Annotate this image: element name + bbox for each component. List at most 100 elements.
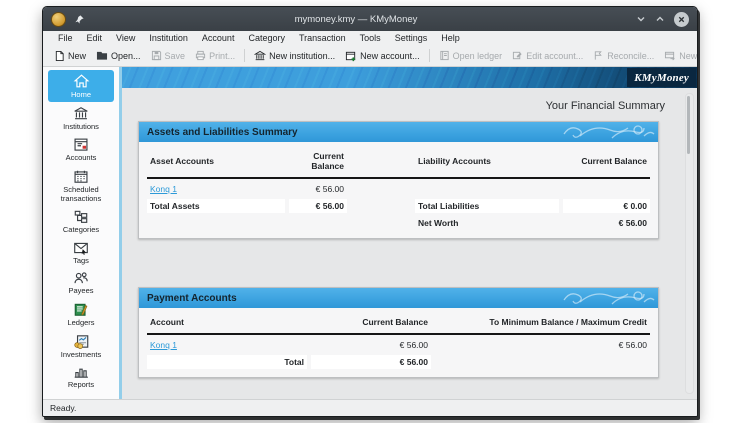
payment-accounts-table: Account Current Balance To Minimum Balan… (139, 308, 658, 377)
menu-institution[interactable]: Institution (142, 33, 195, 43)
totals-row: Total € 56.00 (147, 355, 650, 369)
save-button[interactable]: Save (146, 48, 191, 63)
new-account-icon (345, 50, 357, 62)
column-header: Current Balance (289, 149, 347, 173)
menu-help[interactable]: Help (434, 33, 467, 43)
pin-icon[interactable] (74, 14, 85, 25)
new-institution-button[interactable]: New institution... (249, 48, 340, 64)
scheduled-icon (73, 169, 89, 184)
flourish-decoration (560, 288, 656, 308)
total-liabilities-value: € 0.00 (563, 199, 650, 213)
titlebar[interactable]: mymoney.kmy — KMyMoney (43, 7, 697, 31)
total-assets-value: € 56.00 (289, 199, 347, 213)
account-limit: € 56.00 (435, 338, 650, 352)
content-scrollbar-thumb[interactable] (687, 96, 690, 154)
print-icon (195, 50, 206, 61)
minimize-button[interactable] (636, 14, 646, 24)
reconcile-button[interactable]: Reconcile... (588, 48, 659, 63)
menu-edit[interactable]: Edit (80, 33, 110, 43)
toolbar-separator (429, 49, 430, 62)
sidebar-item-ledgers[interactable]: Ledgers (48, 299, 114, 330)
reports-icon (73, 365, 89, 379)
open-button[interactable]: Open... (91, 48, 146, 63)
menu-transaction[interactable]: Transaction (292, 33, 353, 43)
menubar: File Edit View Institution Account Categ… (43, 31, 697, 45)
column-header: Asset Accounts (147, 154, 285, 168)
menu-category[interactable]: Category (241, 33, 292, 43)
menu-account[interactable]: Account (195, 33, 242, 43)
total-assets-label: Total Assets (147, 199, 285, 213)
accounts-icon (73, 137, 89, 152)
column-header: Current Balance (311, 315, 431, 329)
save-icon (151, 50, 162, 61)
networth-row: Net Worth € 56.00 (147, 216, 650, 230)
net-worth-value: € 56.00 (563, 216, 650, 230)
totals-row: Total Assets € 56.00 Total Liabilities €… (147, 199, 650, 213)
sidebar-item-categories[interactable]: Categories (48, 206, 114, 237)
assets-liabilities-table: Asset Accounts Current Balance Liability… (139, 142, 658, 238)
payment-accounts-card: Payment Accounts (138, 287, 659, 378)
open-ledger-button[interactable]: Open ledger (434, 48, 508, 63)
payment-accounts-header: Payment Accounts (139, 288, 658, 308)
new-button[interactable]: New (49, 48, 91, 64)
bank-icon (254, 50, 266, 62)
open-folder-icon (96, 50, 108, 61)
content-scrollbar[interactable] (685, 93, 694, 394)
menu-view[interactable]: View (109, 33, 142, 43)
institutions-icon (73, 106, 89, 121)
new-document-icon (54, 50, 65, 62)
sidebar-item-reports[interactable]: Reports (48, 362, 114, 392)
sidebar-item-investments[interactable]: Investments (48, 331, 114, 362)
assets-liabilities-header: Assets and Liabilities Summary (139, 122, 658, 142)
column-header: Liability Accounts (415, 154, 559, 168)
table-header-row: Asset Accounts Current Balance Liability… (147, 149, 650, 179)
payees-icon (73, 271, 89, 285)
window-title: mymoney.kmy — KMyMoney (85, 14, 627, 25)
table-header-row: Account Current Balance To Minimum Balan… (147, 315, 650, 335)
account-link-konq1[interactable]: Konq 1 (150, 184, 177, 194)
assets-liabilities-card: Assets and Liabilities Summary (138, 121, 659, 239)
sidebar-item-tags[interactable]: Tags (48, 238, 114, 268)
column-header: To Minimum Balance / Maximum Credit (435, 315, 650, 329)
menu-settings[interactable]: Settings (388, 33, 435, 43)
toolbar-separator (244, 49, 245, 62)
reconcile-icon (593, 50, 604, 61)
toolbar: New Open... Save Print... New institutio… (43, 45, 697, 67)
close-button[interactable] (674, 12, 689, 27)
menu-tools[interactable]: Tools (353, 33, 388, 43)
sidebar-item-institutions[interactable]: Institutions (48, 103, 114, 134)
statusbar: Ready. (43, 399, 697, 416)
investments-icon (73, 334, 90, 349)
new-account-button[interactable]: New account... (340, 48, 425, 64)
home-scroll-area: Your Financial Summary Assets and Liabil… (122, 88, 697, 399)
account-link-konq1[interactable]: Konq 1 (150, 340, 177, 350)
home-icon (73, 73, 90, 89)
main-area: Home Institutions Accounts Scheduled tra… (43, 67, 697, 399)
net-worth-label: Net Worth (415, 216, 559, 230)
app-icon[interactable] (51, 12, 66, 27)
edit-account-button[interactable]: Edit account... (507, 48, 588, 63)
home-view: KMyMoney Your Financial Summary Assets a… (122, 67, 697, 399)
sidebar-item-accounts[interactable]: Accounts (48, 134, 114, 165)
new-credit-transfer-button[interactable]: New credit transfer (659, 48, 698, 63)
column-header: Account (147, 315, 307, 329)
table-row: Konq 1 € 56.00 € 56.00 (147, 338, 650, 352)
kmymoney-banner: KMyMoney (122, 67, 697, 88)
ledgers-icon (73, 302, 89, 317)
sidebar-item-payees[interactable]: Payees (48, 268, 114, 298)
menu-file[interactable]: File (51, 33, 80, 43)
sidebar-item-scheduled-transactions[interactable]: Scheduled transactions (48, 166, 114, 205)
total-label: Total (147, 355, 307, 369)
view-sidebar: Home Institutions Accounts Scheduled tra… (43, 67, 119, 399)
sidebar-item-home[interactable]: Home (48, 70, 114, 102)
section-title: Payment Accounts (147, 293, 237, 304)
tags-icon (73, 241, 89, 255)
kmymoney-window: mymoney.kmy — KMyMoney File Edit View In… (42, 6, 698, 417)
flourish-decoration (560, 122, 656, 142)
maximize-button[interactable] (655, 14, 665, 24)
total-liabilities-label: Total Liabilities (415, 199, 559, 213)
kmymoney-logo-text: KMyMoney (634, 72, 689, 84)
print-button[interactable]: Print... (190, 48, 240, 63)
status-text: Ready. (50, 403, 76, 413)
edit-account-icon (512, 50, 523, 61)
